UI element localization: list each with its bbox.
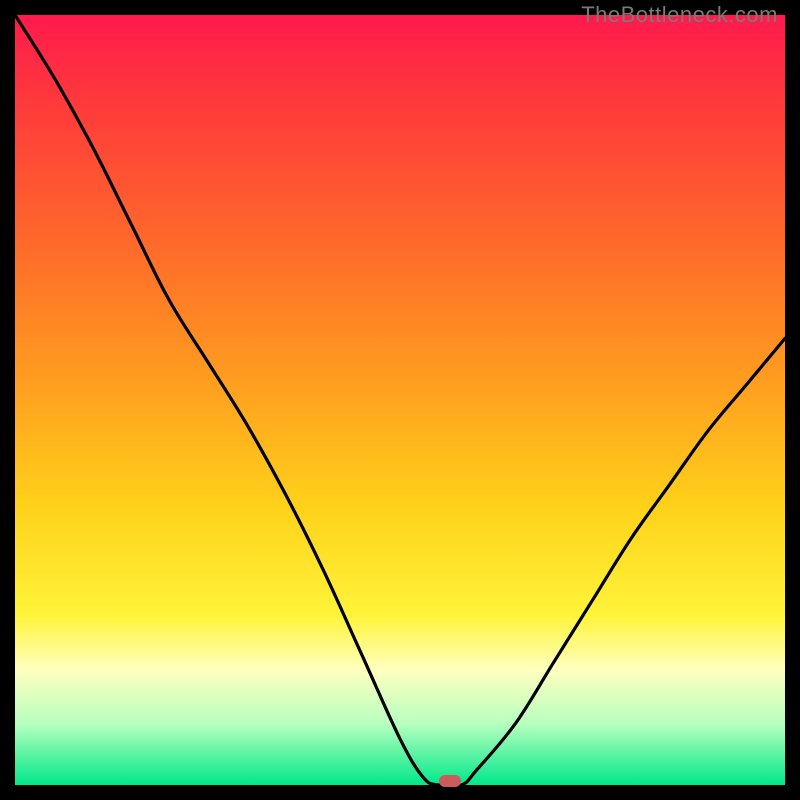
bottleneck-curve bbox=[15, 15, 785, 785]
optimal-point-marker bbox=[439, 775, 461, 787]
chart-frame: TheBottleneck.com bbox=[0, 0, 800, 800]
chart-plot-area bbox=[15, 15, 785, 785]
watermark-text: TheBottleneck.com bbox=[581, 2, 778, 28]
